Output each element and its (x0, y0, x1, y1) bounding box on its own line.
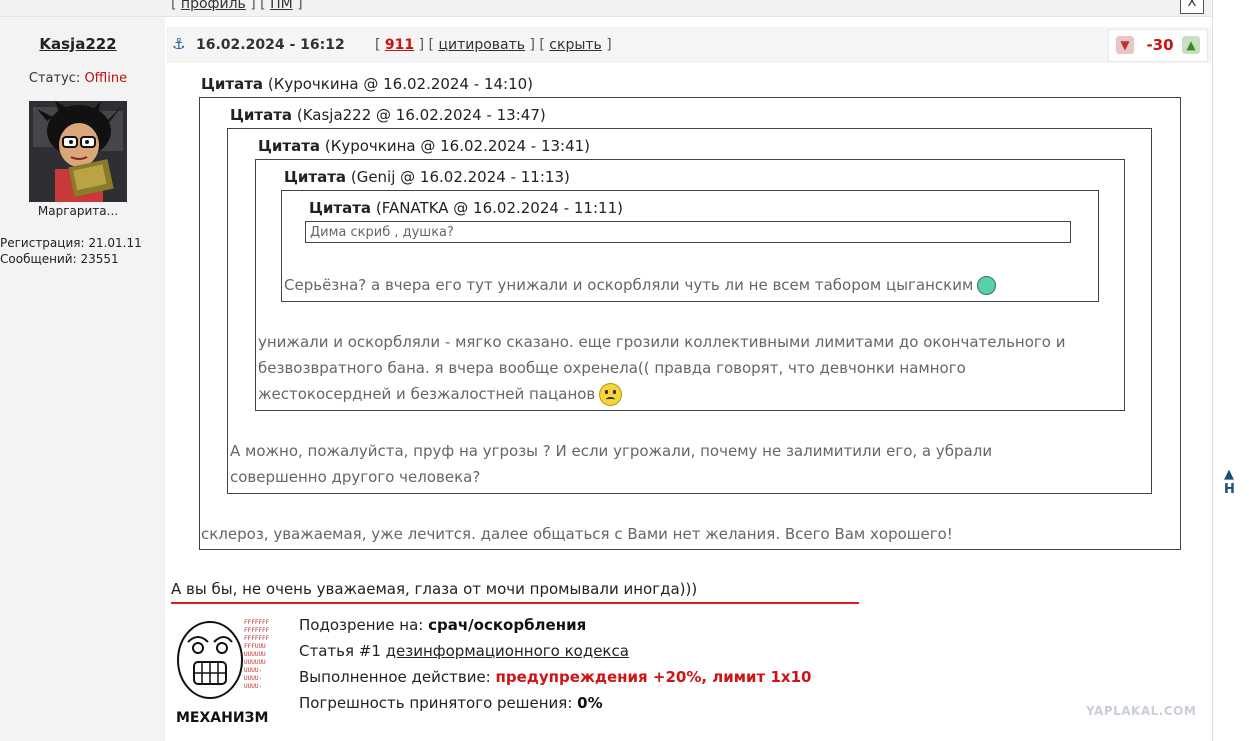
svg-text:FFFUUU: FFFUUU (244, 643, 266, 650)
watermark: YAPLAKAL.COM (1086, 704, 1197, 718)
pm-link[interactable]: ПМ (270, 0, 293, 12)
status-offline: Offline (84, 71, 128, 86)
profile-link[interactable]: профиль (181, 0, 246, 12)
svg-text:UUUU-: UUUU- (244, 683, 262, 690)
reply-text: А вы бы, не очень уважаемая, глаза от мо… (171, 580, 698, 598)
article-link[interactable]: дезинформационного кодекса (386, 642, 629, 660)
svg-text:UUUU-: UUUU- (244, 667, 262, 674)
top-links: [ профиль ] [ ПМ ] (171, 0, 303, 12)
rage-face-icon: FFFFFFF FFFFFFF FFFFFFF FFFUUU UUUUUU UUUUUU… (174, 612, 274, 704)
quote-text: склероз, уважаемая, уже лечится. далее о… (201, 525, 953, 543)
error-value: 0% (577, 694, 603, 712)
moderation-verdict: Подозрение на: срач/оскорбления Статья #… (299, 616, 812, 712)
svg-text:FFFFFFF: FFFFFFF (244, 627, 270, 634)
quote-header: Цитата (Genij @ 16.02.2024 - 11:13) (284, 168, 570, 186)
avatar (29, 101, 127, 202)
scroll-up-link[interactable]: ▲ Н (1224, 467, 1249, 497)
mechanism-label: МЕХАНИЗМ (176, 710, 269, 726)
quote-link[interactable]: цитировать (438, 37, 525, 53)
post-links: [ 911 ] [ цитировать ] [ скрыть ] (375, 37, 612, 53)
thumbs-down-icon[interactable]: ▼ (1116, 36, 1134, 54)
svg-text:UUUU-: UUUU- (244, 675, 262, 682)
quote-text-innermost: Дима скриб , душка? (305, 221, 1071, 243)
post-date: 16.02.2024 - 16:12 (196, 37, 345, 53)
rating-box: ▼ -30 ▲ (1108, 29, 1208, 62)
separator-line (171, 602, 859, 604)
quote-header: Цитата (Kasja222 @ 16.02.2024 - 13:47) (230, 106, 546, 124)
registration-date: Регистрация: 21.01.11 (0, 236, 142, 250)
quote-text: А можно, пожалуйста, пруф на угрозы ? И … (230, 442, 993, 486)
right-rail (1212, 0, 1249, 741)
thumbs-up-icon[interactable]: ▲ (1182, 36, 1200, 54)
suspicion-value: срач/оскорбления (428, 616, 587, 634)
quote-header: Цитата (Курочкина @ 16.02.2024 - 14:10) (201, 75, 534, 93)
avatar-caption: Маргарита... (37, 204, 119, 218)
quote-text: унижали и оскорбляли - мягко сказано. ещ… (258, 329, 1120, 407)
anchor-icon[interactable]: ⚓ (172, 35, 185, 53)
action-value: предупреждения +20%, лимит 1x10 (495, 668, 812, 686)
close-button[interactable]: X (1180, 0, 1204, 14)
rating-score: -30 (1146, 36, 1174, 54)
svg-text:FFFFFFF: FFFFFFF (244, 635, 270, 642)
post-number-link[interactable]: 911 (385, 37, 414, 53)
svg-text:UUUUUU: UUUUUU (244, 651, 266, 658)
user-stats: Регистрация: 21.01.11 Сообщений: 23551 (0, 235, 142, 267)
quote-header: Цитата (FANATKA @ 16.02.2024 - 11:11) (309, 199, 623, 217)
username-link[interactable]: Kasja222 (0, 35, 156, 53)
message-count: Сообщений: 23551 (0, 252, 119, 266)
quote-text: Серьёзна? а вчера его тут унижали и оско… (284, 272, 997, 298)
user-status: Статус: Offline (28, 71, 128, 86)
svg-text:FFFFFFF: FFFFFFF (244, 619, 270, 626)
smile-icon (977, 276, 997, 295)
hide-link[interactable]: скрыть (549, 37, 602, 53)
sad-smile-icon (599, 383, 623, 406)
svg-text:UUUUUU: UUUUUU (244, 659, 266, 666)
quote-header: Цитата (Курочкина @ 16.02.2024 - 13:41) (258, 137, 591, 155)
